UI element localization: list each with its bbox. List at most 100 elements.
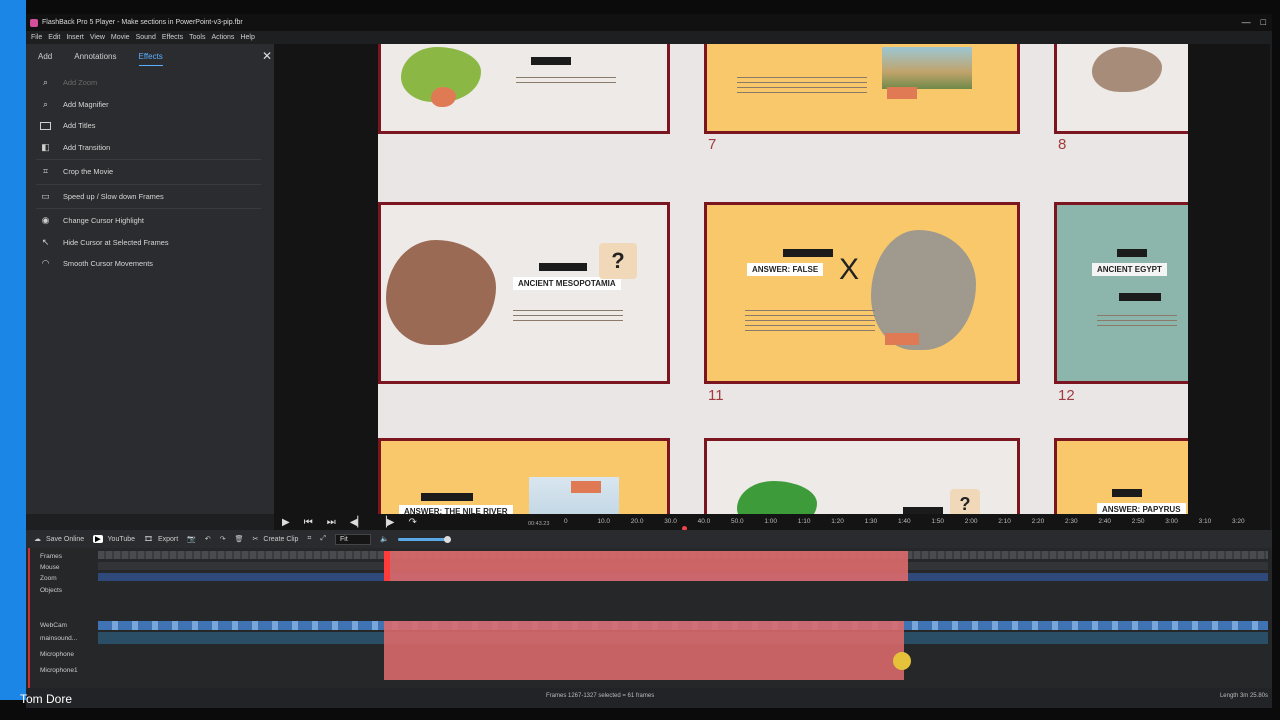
menu-effects[interactable]: Effects [162, 34, 183, 41]
export-button[interactable]: 🎞 Export [144, 535, 178, 544]
menu-help[interactable]: Help [240, 34, 254, 41]
current-time: 00:43.23 [528, 521, 550, 527]
slide-sorter-canvas: 7 8 ANCIENT MESOPOTAMIA ? ANSWER: FALSE … [378, 44, 1188, 514]
divider [36, 183, 261, 185]
ruler-tick: 20.0 [630, 518, 644, 525]
ruler-tick: 2:20 [1031, 518, 1045, 525]
selection-start-handle[interactable] [384, 551, 390, 581]
youtube-button[interactable]: ▶ YouTube [93, 535, 135, 543]
ruler-tick: 1:40 [898, 518, 911, 525]
undo-icon[interactable]: ↶ [205, 535, 211, 543]
volume-slider[interactable] [397, 535, 451, 543]
slide-number: 12 [1058, 387, 1075, 404]
timeline-ruler[interactable]: 0 10.0 20.0 30.0 40.0 50.0 1:00 1:10 1:20 1:30 1:4… [564, 516, 1264, 531]
fit-icon[interactable]: ⤢ [320, 535, 326, 543]
crop-icon[interactable]: ⌗ [307, 535, 311, 543]
crop-icon: ⌗ [42, 166, 49, 177]
slide-thumbnail[interactable]: ANSWER: FALSE X [704, 202, 1020, 384]
effect-label: Add Magnifier [63, 99, 109, 109]
speed-icon: ▭ [41, 190, 50, 201]
effect-hide-cursor[interactable]: ↖ Hide Cursor at Selected Frames [26, 232, 274, 254]
x-mark-icon: X [839, 253, 860, 286]
scissors-icon: ✂ [252, 536, 259, 543]
go-to-end-icon[interactable]: ⏭ [327, 517, 336, 528]
effect-add-zoom[interactable]: ⌕ Add Zoom [26, 72, 274, 94]
track-label-zoom: Zoom [40, 575, 57, 582]
slide-number: 7 [708, 136, 717, 153]
loop-icon[interactable]: ↷ [408, 517, 416, 528]
create-clip-button[interactable]: ✂ Create Clip [252, 535, 299, 544]
ruler-tick: 1:10 [797, 518, 811, 525]
ruler-tick: 2:50 [1131, 518, 1145, 525]
menu-tools[interactable]: Tools [189, 34, 205, 41]
left-accent-bar [0, 0, 26, 700]
ruler-tick: 1:30 [864, 518, 878, 525]
slide-thumbnail [378, 44, 670, 134]
ruler-tick: 2:40 [1098, 518, 1112, 525]
presenter-name: Tom Dore [20, 692, 73, 706]
menu-actions[interactable]: Actions [211, 34, 234, 41]
selection-range[interactable] [384, 551, 908, 581]
effect-add-titles[interactable]: Add Titles [26, 115, 274, 137]
create-clip-label: Create Clip [263, 535, 299, 543]
next-frame-icon[interactable]: ▕▶ [379, 517, 394, 528]
slide-thumbnail[interactable]: ANCIENT EGYPT [1054, 202, 1188, 384]
effect-smooth-cursor[interactable]: ◠ Smooth Cursor Movements [26, 253, 274, 275]
effect-speed[interactable]: ▭ Speed up / Slow down Frames [26, 186, 274, 208]
playhead-knob[interactable] [893, 652, 911, 670]
question-icon: ? [950, 489, 980, 514]
tab-annotations[interactable]: Annotations [74, 52, 116, 66]
effect-add-transition[interactable]: ◧ Add Transition [26, 137, 274, 159]
redo-icon[interactable]: ↷ [220, 535, 226, 543]
volume-knob[interactable] [443, 535, 451, 543]
timeline-tracks: Frames Mouse Zoom Objects WebCam mainsou… [26, 548, 1272, 688]
window-title: FlashBack Pro 5 Player - Make sections i… [42, 19, 243, 26]
slide-thumbnail[interactable]: ANCIENT MESOPOTAMIA ? [378, 202, 670, 384]
menu-file[interactable]: File [31, 34, 42, 41]
maximize-button[interactable]: □ [1261, 17, 1266, 27]
effect-label: Speed up / Slow down Frames [63, 191, 164, 201]
effect-crop-movie[interactable]: ⌗ Crop the Movie [26, 161, 274, 183]
track-label-mainsound: mainsound... [40, 635, 78, 642]
divider [36, 208, 261, 209]
camera-icon[interactable]: 📷 [187, 535, 196, 543]
ruler-tick: 1:50 [931, 518, 945, 525]
ruler-tick: 3:00 [1165, 518, 1178, 525]
preview-stage: 7 8 ANCIENT MESOPOTAMIA ? ANSWER: FALSE … [274, 44, 1270, 514]
app-icon [30, 18, 38, 27]
ruler-tick: 2:10 [998, 518, 1011, 525]
tab-effects[interactable]: Effects [138, 52, 163, 66]
save-online-button[interactable]: ☁ Save Online [34, 535, 84, 544]
minimize-button[interactable]: — [1242, 17, 1251, 27]
cloud-icon: ☁ [34, 536, 41, 543]
titles-icon [40, 121, 51, 131]
go-to-start-icon[interactable]: ⏮ [304, 517, 313, 528]
ruler-tick: 10.0 [597, 518, 611, 525]
track-label-objects: Objects [40, 587, 63, 594]
speaker-icon[interactable]: 🔈 [380, 535, 389, 543]
tab-add[interactable]: Add [38, 52, 52, 66]
menu-sound[interactable]: Sound [136, 34, 156, 41]
effect-cursor-highlight[interactable]: ◉ Change Cursor Highlight [26, 210, 274, 232]
ruler-tick: 1:00 [764, 518, 778, 525]
magnifier-icon: ⌕ [42, 98, 49, 109]
timeline-toolbar: ☁ Save Online ▶ YouTube 🎞 Export 📷 ↶ ↷ 🗑… [26, 530, 1272, 548]
transition-icon: ◧ [41, 141, 50, 152]
effect-label: Add Titles [63, 121, 96, 131]
play-icon[interactable]: ▶ [282, 517, 290, 528]
selection-range-lower[interactable] [384, 621, 904, 680]
slide-thumbnail [704, 44, 1020, 134]
youtube-label: YouTube [107, 535, 136, 543]
menu-edit[interactable]: Edit [48, 34, 60, 41]
menu-insert[interactable]: Insert [66, 34, 84, 41]
slide-title: ANSWER: THE NILE RIVER [399, 505, 513, 514]
effect-add-magnifier[interactable]: ⌕ Add Magnifier [26, 94, 274, 116]
delete-icon[interactable]: 🗑 [235, 535, 244, 543]
menu-view[interactable]: View [90, 34, 105, 41]
close-icon[interactable]: ✕ [262, 49, 272, 63]
effect-label: Add Zoom [63, 78, 98, 88]
previous-frame-icon[interactable]: ◀▏ [350, 517, 365, 528]
menu-movie[interactable]: Movie [111, 34, 130, 41]
film-icon: 🎞 [144, 536, 153, 543]
zoom-fit-select[interactable]: Fit [334, 533, 371, 545]
